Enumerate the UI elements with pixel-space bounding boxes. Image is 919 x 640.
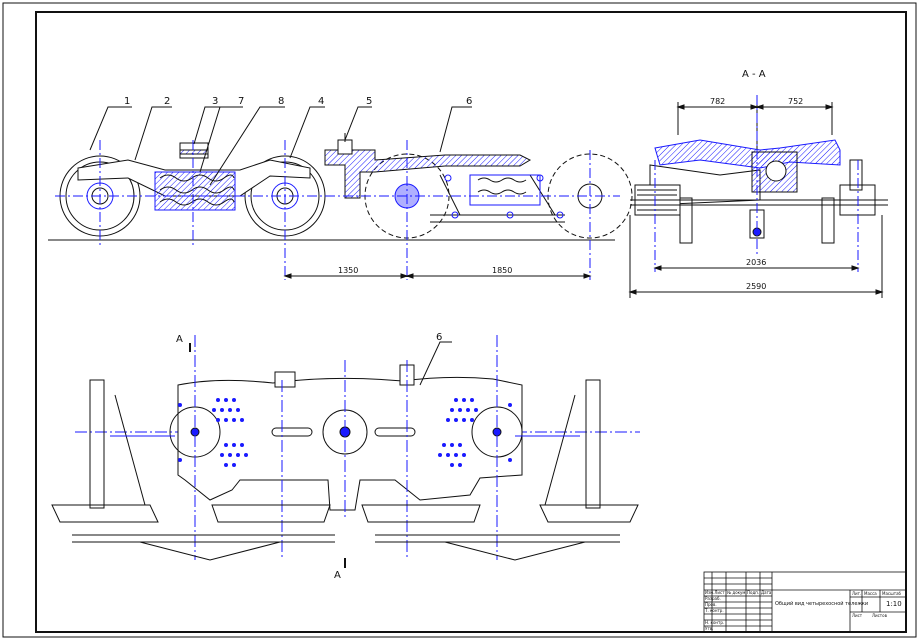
- dim-1350: 1350: [338, 266, 358, 275]
- tb-col-lit: Лит.: [852, 591, 861, 596]
- tb-row-approve: Утв.: [705, 626, 713, 631]
- tb-col-scale: Масштаб: [882, 591, 902, 596]
- callout-6: 6: [466, 96, 472, 107]
- tb-row-tcontrol: Т. контр.: [704, 608, 724, 613]
- tb-row-check: Пров.: [705, 602, 717, 607]
- drawing-sheet: 1 2 3 7 8 4 5 6 1350 1850 А - А 782 752 …: [2, 2, 917, 638]
- tb-sheet: Лист: [852, 613, 863, 618]
- section-title: А - А: [742, 69, 766, 80]
- tb-col-mass: Масса: [864, 591, 877, 596]
- tb-row-date: Дата: [761, 590, 772, 595]
- callout-7: 7: [238, 96, 244, 107]
- dim-752: 752: [788, 97, 803, 106]
- callout-4: 4: [318, 96, 324, 107]
- tb-row-izm: Изм.Лист: [705, 590, 725, 595]
- dim-2590: 2590: [746, 282, 766, 291]
- tb-sheets: Листов: [872, 613, 888, 618]
- section-view: [628, 95, 888, 298]
- tb-row-docnum: № докум.: [727, 590, 747, 595]
- callout-8: 8: [278, 96, 284, 107]
- tb-row-dev: Разраб.: [705, 596, 721, 601]
- callout-1: 1: [124, 96, 130, 107]
- dim-1850: 1850: [492, 266, 512, 275]
- tb-row-sign: Подп.: [747, 590, 759, 595]
- dim-782: 782: [710, 97, 725, 106]
- section-mark-top: А: [176, 334, 183, 345]
- drawing-name: Общий вид четырехосной тележки: [775, 600, 868, 607]
- drawing-scale: 1:10: [886, 600, 902, 608]
- section-mark-bottom: А: [334, 570, 341, 581]
- callout-2: 2: [164, 96, 170, 107]
- tb-row-ncontrol: Н. контр.: [705, 620, 724, 625]
- plan-view: [51, 335, 640, 568]
- dim-2036: 2036: [746, 258, 766, 267]
- callout-3: 3: [212, 96, 218, 107]
- side-view: [48, 106, 633, 280]
- plan-callout-6: 6: [436, 332, 442, 343]
- callout-5: 5: [366, 96, 372, 107]
